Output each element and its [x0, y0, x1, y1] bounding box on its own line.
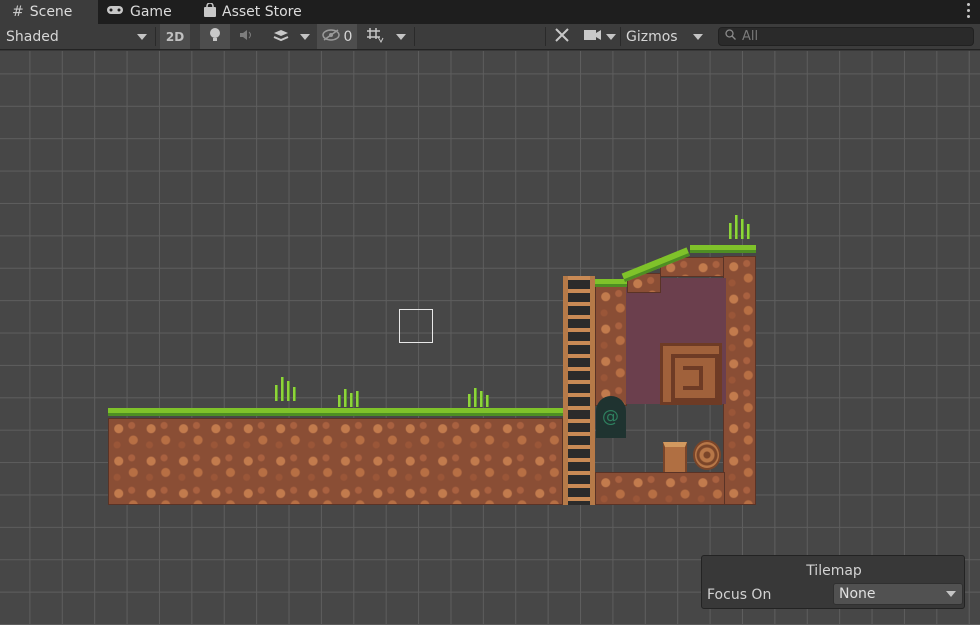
gizmos-dropdown-chevron-icon[interactable] — [693, 34, 703, 40]
focus-on-label: Focus On — [707, 587, 772, 603]
bag-icon — [204, 2, 216, 21]
camera-button[interactable] — [580, 24, 606, 49]
focus-on-dropdown[interactable]: None — [833, 583, 963, 605]
grass-tuft — [335, 387, 365, 407]
wall-tiles — [595, 286, 627, 406]
portal-tile — [596, 396, 626, 438]
shading-mode-label: Shaded — [6, 28, 59, 45]
grass-edge — [690, 245, 756, 253]
ground-tiles — [108, 418, 563, 505]
tab-asset-store-label: Asset Store — [222, 4, 302, 20]
gizmos-label: Gizmos — [626, 28, 678, 45]
overlay-title: Tilemap — [806, 563, 862, 579]
grid-snap-icon — [366, 27, 384, 47]
scene-viewport[interactable] — [0, 51, 980, 625]
tab-game-label: Game — [130, 4, 172, 20]
tab-scene[interactable]: # Scene — [0, 0, 98, 24]
tab-bar: # Scene Game Asset Store — [0, 0, 980, 24]
toolbar-divider — [155, 27, 156, 46]
scene-search-field[interactable] — [718, 27, 974, 46]
shading-mode-dropdown[interactable]: Shaded — [0, 24, 152, 49]
floor-tiles — [595, 472, 725, 505]
lightbulb-icon — [209, 27, 221, 47]
ladder-tile — [563, 276, 595, 505]
effects-dropdown-chevron-icon[interactable] — [300, 34, 310, 40]
tab-game[interactable]: Game — [106, 0, 194, 24]
layers-icon — [272, 28, 290, 46]
eye-slash-icon — [321, 28, 340, 45]
toolbar-divider — [414, 27, 415, 46]
tools-button[interactable] — [548, 24, 576, 49]
scene-visibility-toggle[interactable]: 0 — [317, 24, 357, 49]
gamepad-icon — [106, 4, 124, 20]
scene-toolbar: Shaded 2D 0 Gizmos All — [0, 24, 980, 50]
audio-toggle[interactable] — [234, 24, 260, 49]
grass-tuft — [465, 387, 495, 407]
lighting-toggle[interactable] — [200, 24, 230, 49]
tab-asset-store[interactable]: Asset Store — [204, 0, 324, 24]
log-tile — [693, 440, 721, 470]
chevron-down-icon — [946, 591, 956, 597]
grass-tuft — [726, 215, 756, 239]
toolbar-divider — [545, 27, 546, 46]
focus-on-value: None — [839, 586, 876, 602]
grass-edge — [108, 408, 563, 416]
hidden-objects-count: 0 — [343, 28, 353, 45]
grass-edge — [595, 279, 627, 287]
tile-selection-cursor[interactable] — [399, 309, 433, 343]
camera-icon — [584, 29, 602, 45]
grass-tuft — [272, 377, 302, 401]
toolbar-divider — [620, 27, 621, 46]
effects-toggle[interactable] — [266, 24, 296, 49]
hash-icon: # — [12, 4, 24, 20]
toggle-2d-button[interactable]: 2D — [160, 24, 190, 49]
wrench-icon — [554, 27, 570, 47]
more-options-icon[interactable] — [966, 3, 972, 21]
grid-dropdown-chevron-icon[interactable] — [396, 34, 406, 40]
grid-snapping-toggle[interactable] — [361, 24, 389, 49]
stump-tile — [663, 442, 687, 472]
tilemap-overlay: Tilemap Focus On None — [701, 555, 965, 609]
search-icon — [725, 29, 736, 44]
chevron-down-icon — [137, 34, 147, 40]
tab-scene-label: Scene — [29, 4, 73, 20]
search-input[interactable] — [742, 29, 962, 44]
wall-tiles — [723, 256, 756, 505]
speaker-icon — [239, 29, 255, 45]
spiral-crate-tile — [660, 343, 722, 405]
camera-dropdown-chevron-icon[interactable] — [606, 34, 616, 40]
